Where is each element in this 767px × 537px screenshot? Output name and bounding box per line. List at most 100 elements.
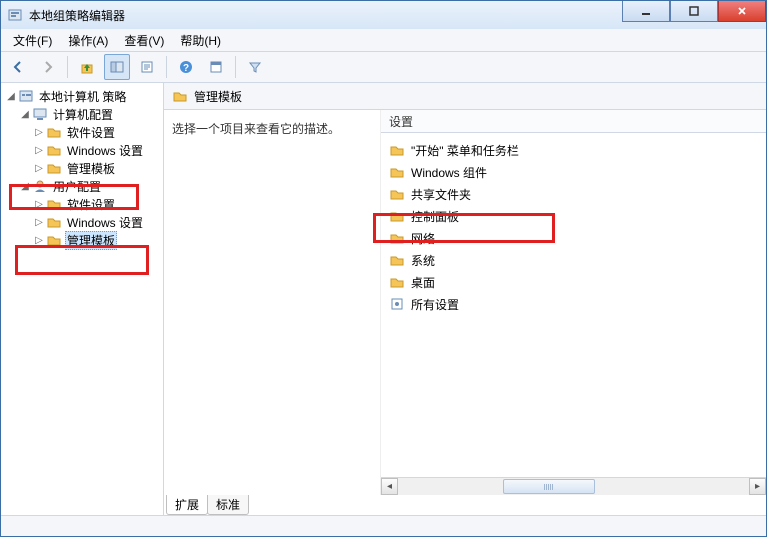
tree-node-user-config[interactable]: ◢ 用户配置 — [17, 177, 163, 195]
tree-node-root[interactable]: ◢ 本地计算机 策略 — [3, 87, 163, 105]
policy-icon — [18, 88, 34, 104]
tree-label: 软件设置 — [65, 195, 117, 214]
status-bar — [1, 515, 766, 536]
folder-icon — [46, 232, 62, 248]
folder-icon — [389, 142, 405, 158]
content-title: 管理模板 — [194, 88, 242, 105]
tree-node-admin-templates[interactable]: ▷ 管理模板 — [31, 159, 163, 177]
folder-icon — [46, 160, 62, 176]
expand-icon[interactable]: ▷ — [33, 199, 45, 210]
folder-icon — [46, 142, 62, 158]
horizontal-scrollbar[interactable]: ◂ ▸ — [381, 477, 766, 495]
titlebar[interactable]: 本地组策略编辑器 — [1, 1, 766, 29]
toolbar-separator — [235, 56, 236, 78]
folder-icon — [389, 230, 405, 246]
close-button[interactable] — [718, 1, 766, 22]
tree-node-software-settings[interactable]: ▷ 软件设置 — [31, 123, 163, 141]
item-label: 共享文件夹 — [411, 186, 471, 203]
folder-icon — [46, 214, 62, 230]
expand-icon[interactable]: ▷ — [33, 235, 45, 246]
view-tabs: 扩展 标准 — [164, 495, 766, 515]
app-icon — [7, 7, 23, 23]
list-item[interactable]: 网络 — [385, 227, 762, 249]
svg-text:?: ? — [183, 63, 189, 74]
expand-icon[interactable]: ▷ — [33, 127, 45, 138]
scroll-right-button[interactable]: ▸ — [749, 478, 766, 495]
collapse-icon[interactable]: ◢ — [19, 181, 31, 192]
menu-file[interactable]: 文件(F) — [5, 30, 60, 51]
scrollbar-thumb[interactable] — [503, 479, 595, 494]
settings-list[interactable]: "开始" 菜单和任务栏 Windows 组件 共享文件夹 控制面板 网络 系统 … — [381, 133, 766, 477]
folder-icon — [389, 274, 405, 290]
toolbar-separator — [166, 56, 167, 78]
column-header-setting[interactable]: 设置 — [381, 110, 766, 133]
tree-node-software-settings[interactable]: ▷ 软件设置 — [31, 195, 163, 213]
list-item[interactable]: 桌面 — [385, 271, 762, 293]
properties-button[interactable] — [203, 54, 229, 80]
folder-icon — [389, 208, 405, 224]
tree-label: 管理模板 — [65, 231, 117, 250]
tree-node-computer-config[interactable]: ◢ 计算机配置 — [17, 105, 163, 123]
item-label: 系统 — [411, 252, 435, 269]
expand-icon[interactable]: ▷ — [33, 217, 45, 228]
export-list-button[interactable] — [134, 54, 160, 80]
expand-icon[interactable]: ▷ — [33, 163, 45, 174]
item-label: 网络 — [411, 230, 435, 247]
item-label: "开始" 菜单和任务栏 — [411, 142, 519, 159]
tab-standard[interactable]: 标准 — [207, 495, 249, 515]
folder-icon — [389, 164, 405, 180]
tree-node-windows-settings[interactable]: ▷ Windows 设置 — [31, 141, 163, 159]
back-button[interactable] — [5, 54, 31, 80]
tree-label: Windows 设置 — [65, 213, 145, 232]
item-label: 桌面 — [411, 274, 435, 291]
content-header: 管理模板 — [164, 83, 766, 110]
forward-button[interactable] — [35, 54, 61, 80]
window-title: 本地组策略编辑器 — [29, 7, 622, 24]
expand-icon[interactable]: ▷ — [33, 145, 45, 156]
menu-action[interactable]: 操作(A) — [60, 30, 116, 51]
tree-label: 本地计算机 策略 — [37, 87, 128, 106]
folder-icon — [389, 186, 405, 202]
item-label: 控制面板 — [411, 208, 459, 225]
list-item[interactable]: 系统 — [385, 249, 762, 271]
folder-icon — [46, 124, 62, 140]
description-pane: 选择一个项目来查看它的描述。 — [164, 110, 381, 495]
menu-bar: 文件(F) 操作(A) 查看(V) 帮助(H) — [1, 29, 766, 52]
settings-icon — [389, 296, 405, 312]
collapse-icon[interactable]: ◢ — [19, 109, 31, 120]
list-item[interactable]: Windows 组件 — [385, 161, 762, 183]
toolbar-separator — [67, 56, 68, 78]
computer-icon — [32, 106, 48, 122]
tree-label: Windows 设置 — [65, 141, 145, 160]
list-item[interactable]: 共享文件夹 — [385, 183, 762, 205]
up-button[interactable] — [74, 54, 100, 80]
description-prompt: 选择一个项目来查看它的描述。 — [172, 120, 372, 137]
tree-node-windows-settings[interactable]: ▷ Windows 设置 — [31, 213, 163, 231]
tree-label: 用户配置 — [51, 177, 103, 196]
maximize-button[interactable] — [670, 1, 718, 22]
scrollbar-track[interactable] — [398, 478, 749, 495]
collapse-icon[interactable]: ◢ — [5, 91, 17, 102]
tree-label: 计算机配置 — [51, 105, 115, 124]
menu-help[interactable]: 帮助(H) — [172, 30, 229, 51]
show-hide-tree-button[interactable] — [104, 54, 130, 80]
folder-icon — [172, 88, 188, 104]
tree-node-admin-templates[interactable]: ▷ 管理模板 — [31, 231, 163, 249]
minimize-button[interactable] — [622, 1, 670, 22]
user-icon — [32, 178, 48, 194]
list-item[interactable]: 所有设置 — [385, 293, 762, 315]
help-button[interactable]: ? — [173, 54, 199, 80]
item-label: 所有设置 — [411, 296, 459, 313]
folder-icon — [389, 252, 405, 268]
list-item[interactable]: 控制面板 — [385, 205, 762, 227]
tree-label: 软件设置 — [65, 123, 117, 142]
list-item[interactable]: "开始" 菜单和任务栏 — [385, 139, 762, 161]
filter-button[interactable] — [242, 54, 268, 80]
scroll-left-button[interactable]: ◂ — [381, 478, 398, 495]
menu-view[interactable]: 查看(V) — [116, 30, 172, 51]
item-label: Windows 组件 — [411, 164, 487, 181]
tab-extended[interactable]: 扩展 — [166, 495, 208, 515]
tree-label: 管理模板 — [65, 159, 117, 178]
nav-tree[interactable]: ◢ 本地计算机 策略 ◢ 计算机配置 — [1, 83, 164, 515]
toolbar: ? — [1, 52, 766, 83]
